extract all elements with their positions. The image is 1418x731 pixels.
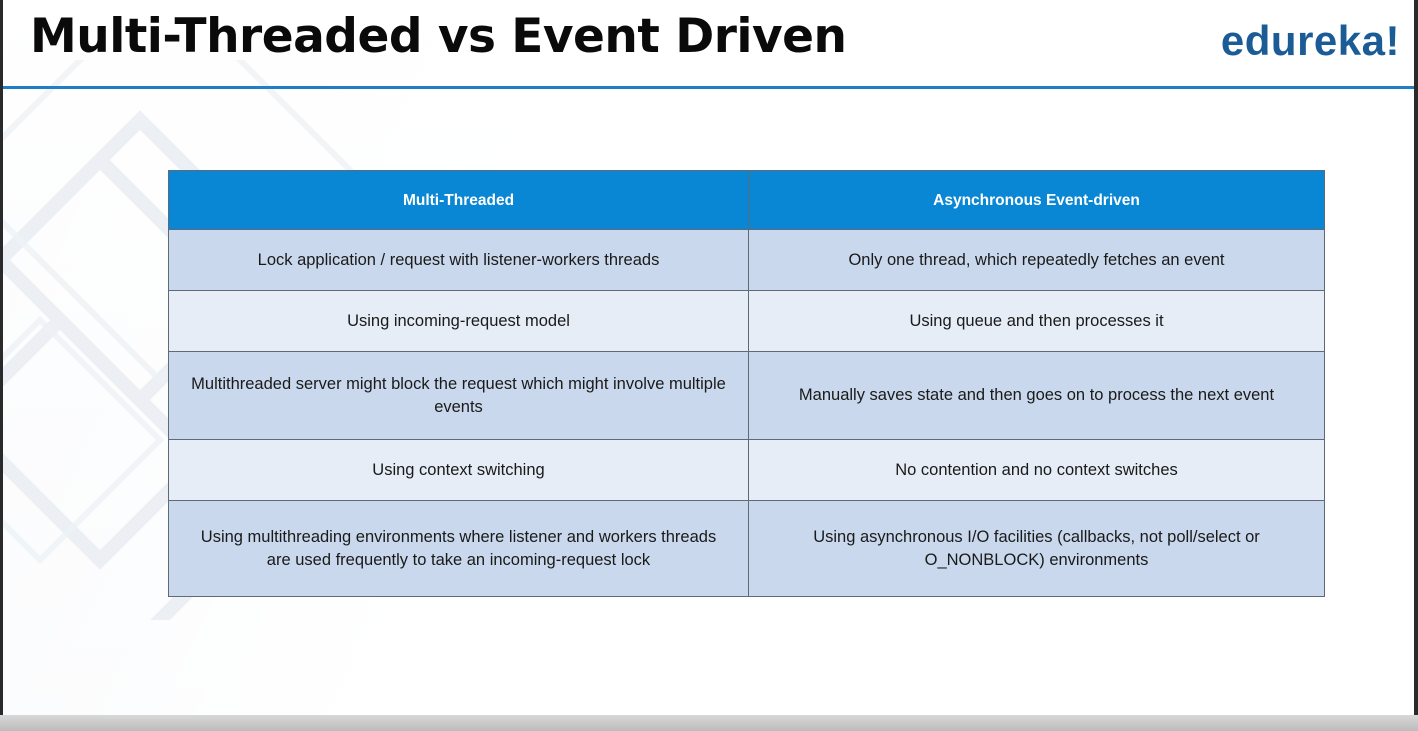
column-header-multi-threaded: Multi-Threaded [168, 170, 749, 230]
slide-title: Multi-Threaded vs Event Driven [30, 9, 847, 64]
bottom-bar [0, 715, 1418, 731]
table-cell-multi-threaded: Lock application / request with listener… [168, 229, 749, 291]
table-cell-event-driven: Only one thread, which repeatedly fetche… [748, 229, 1325, 291]
table-cell-event-driven: Using queue and then processes it [748, 290, 1325, 352]
left-frame-edge [0, 0, 3, 731]
table-row: Using incoming-request model Using queue… [168, 290, 1325, 352]
slide: Multi-Threaded vs Event Driven edureka! … [0, 0, 1418, 731]
table-cell-multi-threaded: Using incoming-request model [168, 290, 749, 352]
table-cell-multi-threaded: Using multithreading environments where … [168, 500, 749, 597]
table-header-row: Multi-Threaded Asynchronous Event-driven [168, 170, 1325, 230]
table-row: Lock application / request with listener… [168, 229, 1325, 291]
table-cell-event-driven: Manually saves state and then goes on to… [748, 351, 1325, 440]
comparison-table: Multi-Threaded Asynchronous Event-driven… [168, 170, 1325, 597]
column-header-event-driven: Asynchronous Event-driven [748, 170, 1325, 230]
table-cell-multi-threaded: Using context switching [168, 439, 749, 501]
title-divider [3, 86, 1414, 89]
table-cell-event-driven: No contention and no context switches [748, 439, 1325, 501]
table-cell-multi-threaded: Multithreaded server might block the req… [168, 351, 749, 440]
edureka-logo: edureka! [1220, 17, 1400, 64]
table-row: Multithreaded server might block the req… [168, 351, 1325, 440]
right-frame-edge [1414, 0, 1418, 731]
table-row: Using context switching No contention an… [168, 439, 1325, 501]
table-cell-event-driven: Using asynchronous I/O facilities (callb… [748, 500, 1325, 597]
table-row: Using multithreading environments where … [168, 500, 1325, 597]
